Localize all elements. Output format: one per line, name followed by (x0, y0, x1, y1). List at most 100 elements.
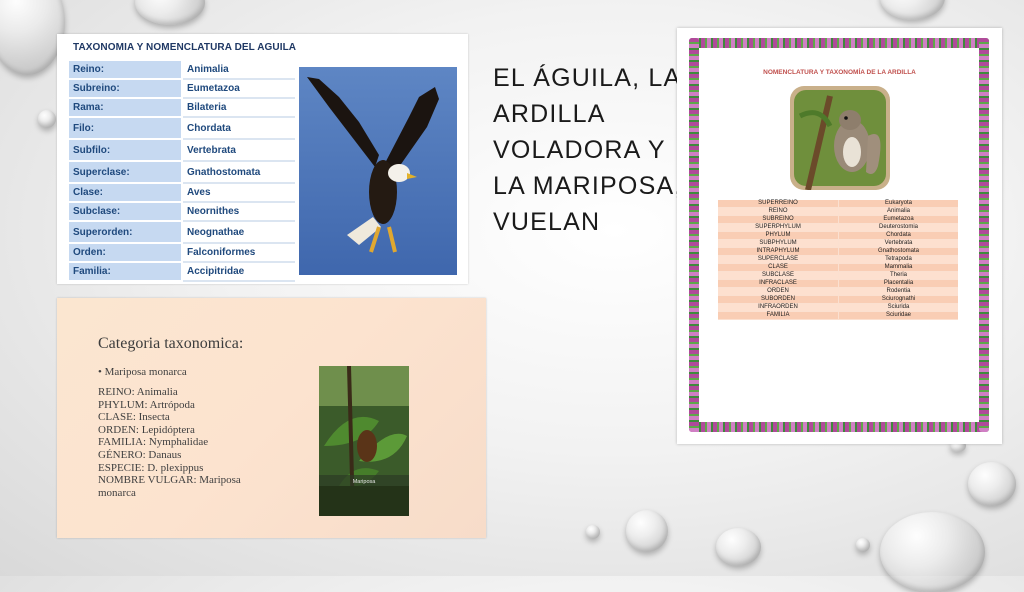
table-row: Superorden: Neognathae (69, 221, 295, 244)
rank-value: Rodentia (838, 287, 958, 296)
water-drop (38, 110, 56, 128)
rank-label: Filo: (69, 117, 183, 140)
table-row: Superclase: Gnathostomata (69, 161, 295, 184)
rank-value: Gnathostomata (838, 247, 958, 256)
rank-label: SUPERPHYLUM (718, 223, 839, 232)
rank-value: Vertebrata (182, 139, 295, 162)
table-row: Rama: Bilateria (69, 98, 295, 118)
water-drop (716, 528, 761, 566)
floral-border (979, 38, 989, 432)
rank-value: Chordata (182, 117, 295, 140)
water-drop (880, 0, 945, 20)
table-row: Subreino: Eumetazoa (69, 79, 295, 99)
table-row: PHYLUM Chordata (718, 231, 958, 240)
table-row: SUBORDEN Sciurognathi (718, 295, 958, 304)
squirrel-photo (790, 86, 890, 190)
list-item: ESPECIE: D. plexippus (98, 461, 204, 474)
rank-label: Superclase: (69, 161, 183, 184)
water-drop (135, 0, 205, 25)
table-row: Familia: Accipitridae (69, 262, 295, 282)
rank-label: SUBCLASE (718, 271, 839, 280)
rank-value: Mammalia (838, 263, 958, 272)
rank-value: Gnathostomata (182, 161, 295, 184)
butterfly-photo-caption: Mariposa (353, 479, 377, 485)
rank-label: SUPERREINO (718, 200, 839, 208)
table-row: REINO Animalia (718, 207, 958, 216)
slide-title: EL ÁGUILA, LA ARDILLA VOLADORA Y LA MARI… (493, 64, 683, 236)
butterfly-taxonomy-list: REINO: Animalia PHYLUM: Artrópoda CLASE:… (98, 386, 258, 499)
rank-label: INTRAPHYLUM (718, 247, 839, 256)
butterfly-heading: Categoria taxonomica: (98, 335, 244, 352)
table-row: ORDEN Rodentia (718, 287, 958, 296)
rank-label: CLASE (718, 263, 839, 272)
squirrel-taxonomy-table: SUPERREINO Eukaryota REINO Animalia SUBREI… (718, 200, 958, 320)
rank-label: Familia: (69, 262, 183, 282)
rank-label: Rama: (69, 98, 183, 118)
rank-value: Sciurognathi (838, 295, 958, 304)
table-row: SUBPHYLUM Vertebrata (718, 239, 958, 248)
table-row: Subfilo: Vertebrata (69, 139, 295, 162)
rank-value: Sciurida (838, 303, 958, 312)
list-item: FAMILIA: Nymphalidae (98, 436, 209, 449)
table-row: FAMILIA Sciuridae (718, 311, 958, 320)
rank-value: Neognathae (182, 221, 295, 244)
rank-label: PHYLUM (718, 231, 839, 240)
list-item: NOMBRE VULGAR: Mariposa monarca (98, 474, 241, 499)
rank-value: Theria (838, 271, 958, 280)
butterfly-bullet-text: Mariposa monarca (104, 366, 187, 378)
rank-value: Eumetazoa (838, 215, 958, 224)
eagle-taxonomy-table: Reino: Animalia Subreino: Eumetazoa Rama: B… (69, 61, 295, 282)
table-row: INTRAPHYLUM Gnathostomata (718, 247, 958, 256)
eagle-photo (299, 67, 457, 275)
floral-border (689, 38, 989, 48)
table-row: INFRACLASE Placentalia (718, 279, 958, 288)
rank-label: REINO (718, 207, 839, 216)
table-row: SUPERCLASE Tetrapoda (718, 255, 958, 264)
water-drop (968, 462, 1016, 506)
table-row: SUPERREINO Eukaryota (718, 200, 958, 208)
rank-label: SUPERCLASE (718, 255, 839, 264)
rank-value: Eukaryota (838, 200, 958, 208)
rank-label: Subclase: (69, 202, 183, 222)
rank-value: Vertebrata (838, 239, 958, 248)
table-row: Reino: Animalia (69, 61, 295, 80)
list-item: REINO: Animalia (98, 386, 178, 398)
table-row: CLASE Mammalia (718, 263, 958, 272)
table-row: Orden: Falconiformes (69, 243, 295, 263)
rank-value: Tetrapoda (838, 255, 958, 264)
rank-value: Neornithes (182, 202, 295, 222)
rank-label: Subfilo: (69, 139, 183, 162)
table-row: Filo: Chordata (69, 117, 295, 140)
eagle-taxonomy-panel: TAXONOMIA Y NOMENCLATURA DEL AGUILA Rein… (57, 34, 468, 284)
rank-value: Deuterostomia (838, 223, 958, 232)
rank-value: Placentalia (838, 279, 958, 288)
rank-label: INFRAORDEN (718, 303, 839, 312)
rank-value: Accipitridae (182, 262, 295, 282)
rank-label: Reino: (69, 61, 183, 80)
table-row: Subclase: Neornithes (69, 202, 295, 222)
list-item: GÉNERO: Danaus (98, 448, 182, 461)
water-drop (880, 512, 985, 592)
list-item: ORDEN: Lepidóptera (98, 423, 195, 436)
rank-value: Animalia (182, 61, 295, 80)
rank-value: Eumetazoa (182, 79, 295, 99)
rank-value: Chordata (838, 231, 958, 240)
butterfly-photo: Mariposa (319, 366, 409, 516)
table-row: Clase: Aves (69, 183, 295, 203)
eagle-panel-title: TAXONOMIA Y NOMENCLATURA DEL AGUILA (73, 42, 297, 53)
rank-label: Orden: (69, 243, 183, 263)
rank-label: FAMILIA (718, 311, 839, 320)
rank-value: Falconiformes (182, 243, 295, 263)
rank-label: Clase: (69, 183, 183, 203)
rank-label: SUBPHYLUM (718, 239, 839, 248)
table-row: SUBCLASE Theria (718, 271, 958, 280)
butterfly-taxonomy-panel: Categoria taxonomica: • Mariposa monarca… (57, 298, 486, 538)
list-item: PHYLUM: Artrópoda (98, 398, 195, 411)
list-item: CLASE: Insecta (98, 411, 170, 424)
water-drop (626, 510, 668, 552)
rank-value: Aves (182, 183, 295, 203)
floral-border (689, 38, 699, 432)
rank-label: Subreino: (69, 79, 183, 99)
squirrel-taxonomy-document: NOMENCLATURA Y TAXONOMÍA DE LA ARDILLA S… (677, 28, 1002, 444)
water-drop (856, 538, 870, 552)
